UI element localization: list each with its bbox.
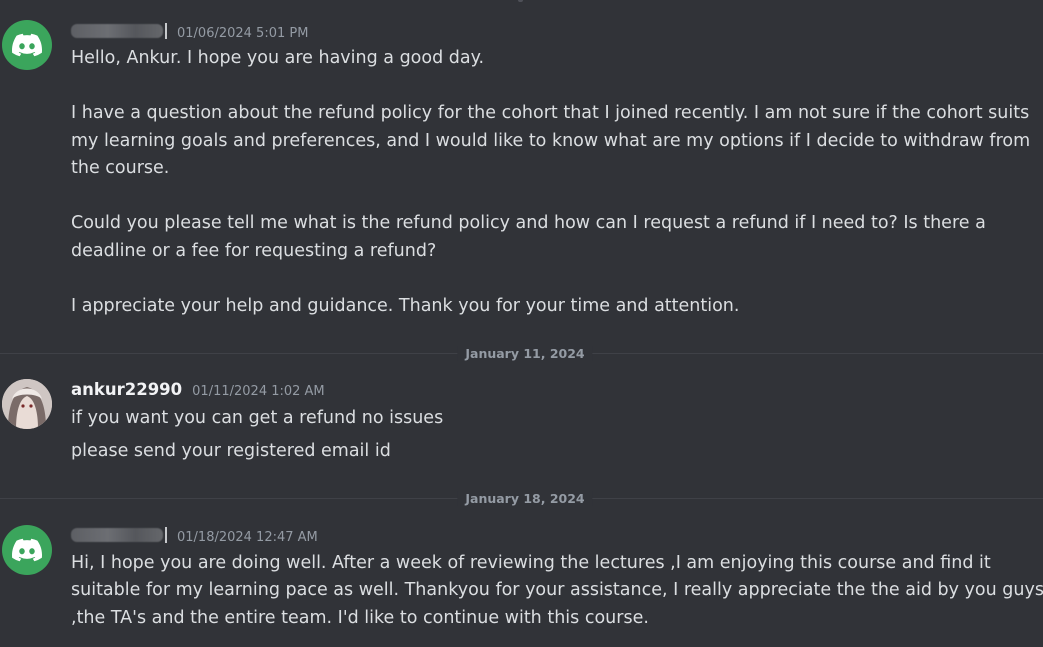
discord-logo-icon bbox=[12, 538, 42, 562]
discord-avatar-icon[interactable] bbox=[2, 20, 52, 70]
redacted-username[interactable] bbox=[71, 528, 163, 542]
message-text: I appreciate your help and guidance. Tha… bbox=[71, 296, 740, 316]
date-divider-label: January 11, 2024 bbox=[457, 346, 593, 361]
message-text: ,the TA's and the entire team. I'd like … bbox=[71, 608, 649, 628]
message-text: I have a question about the refund polic… bbox=[71, 103, 1030, 123]
avatar-portrait-icon bbox=[2, 379, 52, 429]
redaction-mark bbox=[165, 23, 167, 39]
redaction-mark bbox=[165, 527, 167, 543]
user-avatar[interactable] bbox=[2, 379, 52, 429]
message-text: deadline or a fee for requesting a refun… bbox=[71, 241, 437, 261]
message-header: ankur22990 01/11/2024 1:02 AM bbox=[71, 380, 325, 399]
discord-avatar-icon[interactable] bbox=[2, 525, 52, 575]
message-text: Could you please tell me what is the ref… bbox=[71, 213, 986, 233]
message-timestamp[interactable]: 01/11/2024 1:02 AM bbox=[192, 384, 325, 399]
message-header: 01/18/2024 12:47 AM bbox=[71, 525, 318, 545]
redacted-username[interactable] bbox=[71, 24, 163, 38]
message-text: please send your registered email id bbox=[71, 441, 391, 461]
message-text: if you want you can get a refund no issu… bbox=[71, 408, 444, 428]
username[interactable]: ankur22990 bbox=[71, 380, 182, 399]
date-divider-label: January 18, 2024 bbox=[457, 491, 593, 506]
scroll-indicator bbox=[518, 0, 523, 2]
message-timestamp[interactable]: 01/06/2024 5:01 PM bbox=[177, 26, 308, 41]
message-text: the course. bbox=[71, 158, 170, 178]
message-text: Hi, I hope you are doing well. After a w… bbox=[71, 553, 991, 573]
message-text: Hello, Ankur. I hope you are having a go… bbox=[71, 48, 485, 68]
message-text: my learning goals and preferences, and I… bbox=[71, 131, 1031, 151]
discord-logo-icon bbox=[12, 33, 42, 57]
message-text: suitable for my learning pace as well. T… bbox=[71, 580, 1043, 600]
chat-panel: 01/06/2024 5:01 PM Hello, Ankur. I hope … bbox=[0, 0, 1043, 647]
message-timestamp[interactable]: 01/18/2024 12:47 AM bbox=[177, 530, 318, 545]
message-header: 01/06/2024 5:01 PM bbox=[71, 21, 308, 41]
